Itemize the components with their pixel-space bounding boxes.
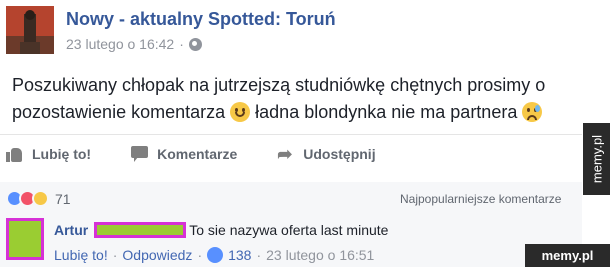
divider: [0, 134, 582, 135]
comment-sort-dropdown[interactable]: Najpopularniejsze komentarze: [400, 192, 561, 206]
haha-reaction-icon: [32, 190, 49, 207]
page-name[interactable]: Nowy - aktualny Spotted: Toruń: [66, 9, 336, 30]
like-label: Lubię to!: [32, 146, 92, 162]
post-text-part2: ładna blondynka nie ma partnera: [255, 102, 518, 122]
comment-reply-link[interactable]: Odpowiedz: [122, 247, 192, 263]
comment-like-link[interactable]: Lubię to!: [54, 247, 108, 263]
comment-body: Artur To sie nazywa oferta last minute: [54, 222, 388, 238]
comment-author[interactable]: Artur: [54, 222, 88, 238]
comment-button[interactable]: Komentarze: [131, 146, 237, 162]
globe-icon[interactable]: [188, 37, 202, 51]
side-watermark: memy.pl: [583, 123, 610, 195]
corner-watermark: memy.pl: [525, 244, 610, 267]
post-timestamp[interactable]: 23 lutego o 16:42: [66, 36, 174, 52]
reactions-summary[interactable]: 71: [6, 190, 71, 207]
like-count-icon: [207, 247, 224, 263]
side-watermark-text: memy.pl: [589, 134, 604, 184]
facebook-post: Nowy - aktualny Spotted: Toruń 23 lutego…: [0, 0, 582, 267]
redacted-surname: [94, 222, 187, 238]
like-button[interactable]: Lubię to!: [6, 146, 91, 162]
meta-separator: ·: [179, 36, 184, 52]
post-text: Poszukiwany chłopak na jutrzejszą studni…: [12, 72, 572, 126]
commenter-avatar-redacted[interactable]: [6, 218, 44, 260]
comment-timestamp[interactable]: 23 lutego o 16:51: [266, 247, 374, 263]
share-button[interactable]: ➦ Udostępnij: [277, 144, 376, 164]
comment-bubble-icon: [131, 146, 149, 162]
comment-text: To sie nazywa oferta last minute: [189, 222, 389, 238]
dot-separator: ·: [256, 247, 262, 263]
sad-sweat-emoji-icon: [522, 102, 543, 122]
post-meta: 23 lutego o 16:42 ·: [66, 36, 202, 52]
share-arrow-icon: ➦: [277, 144, 293, 164]
comment-like-count[interactable]: 138: [228, 247, 251, 263]
comment-label: Komentarze: [157, 146, 238, 162]
dot-separator: ·: [197, 247, 203, 263]
share-label: Udostępnij: [303, 146, 376, 162]
reactions-count: 71: [55, 190, 71, 207]
comment-meta: Lubię to! · Odpowiedz · 138 · 23 lutego …: [54, 247, 374, 263]
action-bar: Lubię to! Komentarze ➦ Udostępnij: [6, 141, 416, 167]
thumbs-up-icon: [6, 146, 24, 162]
smile-emoji-icon: [230, 102, 251, 122]
dot-separator: ·: [112, 247, 118, 263]
page-avatar[interactable]: [6, 6, 54, 54]
